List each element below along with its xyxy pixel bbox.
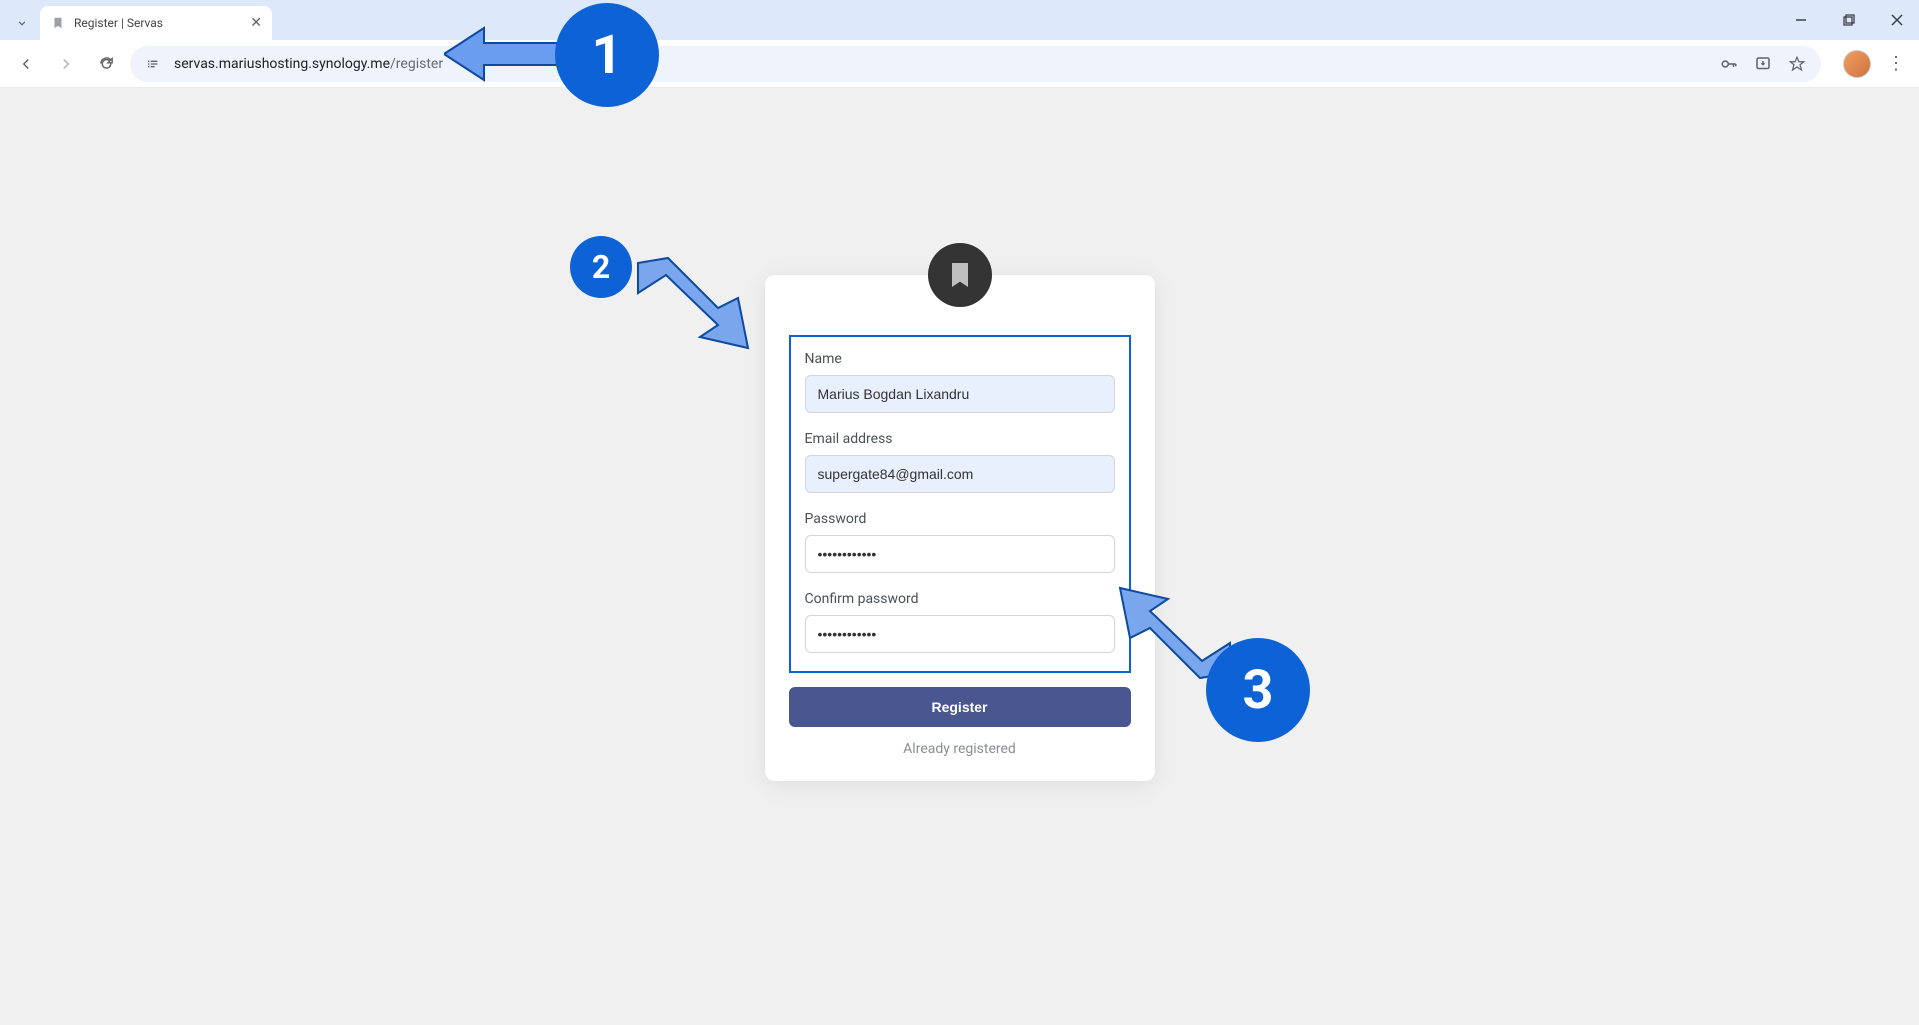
password-key-icon[interactable] [1719,54,1739,74]
password-input[interactable] [805,535,1115,573]
already-registered-link[interactable]: Already registered [789,741,1131,757]
name-label: Name [805,351,1115,367]
password-label: Password [805,511,1115,527]
close-icon[interactable]: ✕ [250,15,262,31]
bookmark-icon [50,15,66,31]
window-controls [1787,0,1911,40]
minimize-button[interactable] [1787,6,1815,34]
browser-tab[interactable]: Register | Servas ✕ [40,6,272,40]
password-field-group: Password [805,511,1115,573]
annotation-arrow-2 [628,253,758,363]
install-app-icon[interactable] [1753,54,1773,74]
close-window-button[interactable] [1883,6,1911,34]
register-button[interactable]: Register [789,687,1131,727]
confirm-password-label: Confirm password [805,591,1115,607]
email-label: Email address [805,431,1115,447]
confirm-password-field-group: Confirm password [805,591,1115,653]
back-button[interactable] [10,48,42,80]
email-input[interactable] [805,455,1115,493]
register-card: Name Email address Password Confirm pass… [765,275,1155,781]
forward-button[interactable] [50,48,82,80]
url-text: servas.mariushosting.synology.me/registe… [174,56,443,72]
tab-search-dropdown[interactable] [8,6,36,40]
browser-menu-button[interactable]: ⋮ [1883,49,1909,78]
tab-title: Register | Servas [74,16,242,30]
name-field-group: Name [805,351,1115,413]
confirm-password-input[interactable] [805,615,1115,653]
avatar[interactable] [1843,50,1871,78]
bookmark-star-icon[interactable] [1787,54,1807,74]
reload-button[interactable] [90,48,122,80]
maximize-button[interactable] [1835,6,1863,34]
bookmark-icon [944,259,976,291]
site-settings-icon[interactable] [144,54,164,74]
name-input[interactable] [805,375,1115,413]
page-content: Name Email address Password Confirm pass… [0,88,1919,1025]
browser-tab-strip: Register | Servas ✕ [0,0,1919,40]
browser-toolbar: servas.mariushosting.synology.me/registe… [0,40,1919,88]
annotation-marker-3: 3 [1206,638,1310,742]
email-field-group: Email address [805,431,1115,493]
annotation-marker-2: 2 [570,236,632,298]
chevron-down-icon [15,16,29,30]
address-bar[interactable]: servas.mariushosting.synology.me/registe… [130,46,1821,82]
form-highlight-box: Name Email address Password Confirm pass… [789,335,1131,673]
annotation-marker-1: 1 [555,3,659,107]
profile-area: ⋮ [1843,49,1909,78]
app-logo [928,243,992,307]
